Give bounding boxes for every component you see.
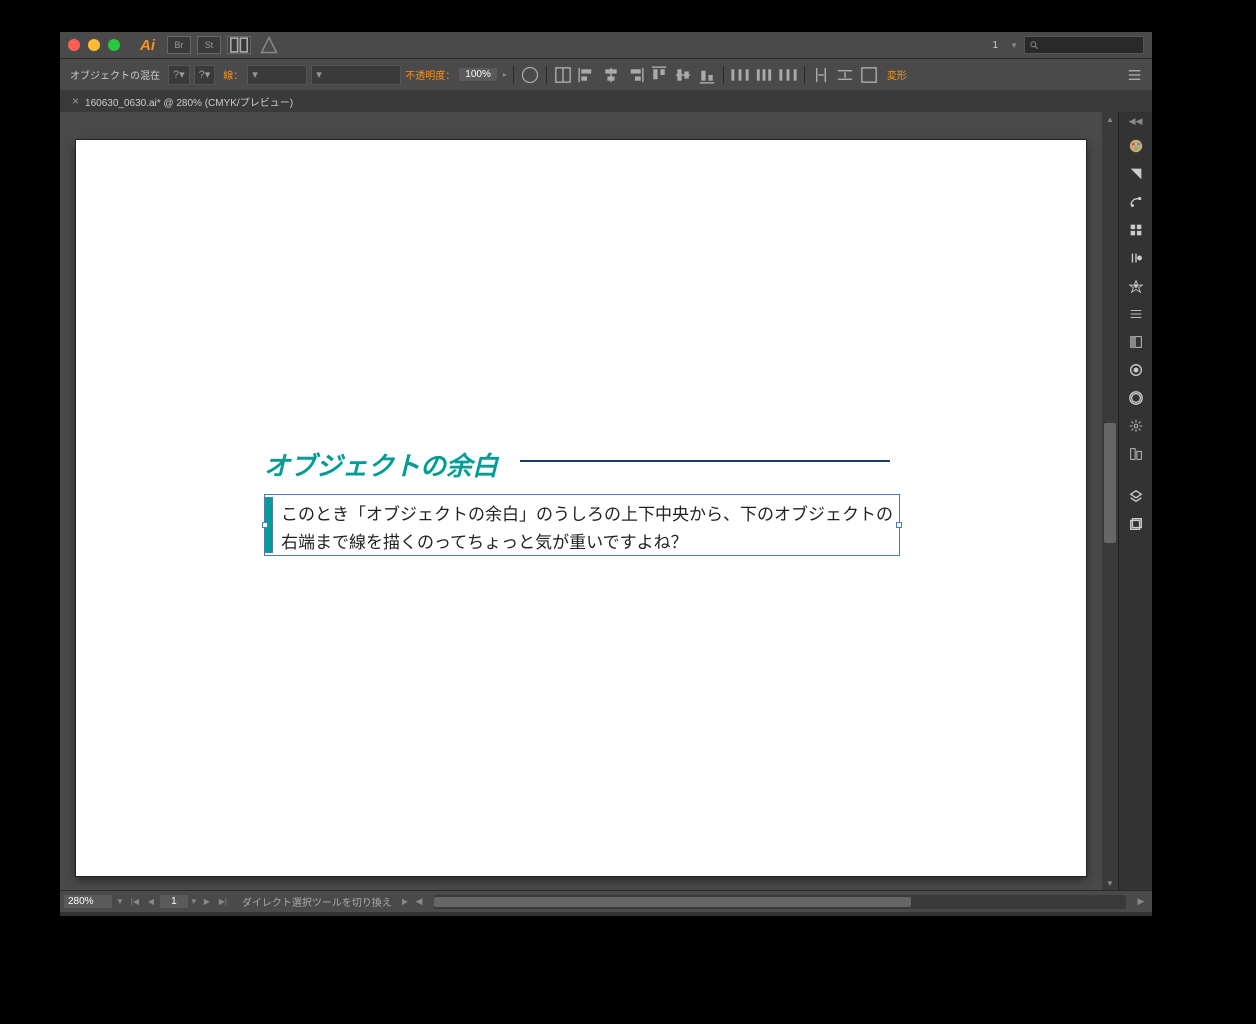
align-panel-icon[interactable] bbox=[1121, 441, 1151, 467]
stroke-dropdown[interactable]: ?▾ bbox=[194, 65, 216, 85]
stroke-label: 線： bbox=[223, 67, 243, 82]
align-top-icon[interactable] bbox=[649, 66, 669, 84]
align-to-icon[interactable] bbox=[859, 66, 879, 84]
status-bar: 280% ▼ |◀ ◀ 1 ▼ ▶ ▶| ダイレクト選択ツールを切り換え ▶ ◀… bbox=[60, 890, 1152, 912]
app-window: Ai Br St 1 ▼ オブジェクトの混在 ?▾ ?▾ 線： ▾ ▾ 不透明度… bbox=[60, 32, 1152, 916]
align-selection-icon[interactable] bbox=[553, 66, 573, 84]
color-guide-panel-icon[interactable] bbox=[1121, 273, 1151, 299]
align-hcenter-icon[interactable] bbox=[601, 66, 621, 84]
distribute-left-icon[interactable] bbox=[730, 66, 750, 84]
align-bottom-icon[interactable] bbox=[697, 66, 717, 84]
bridge-icon[interactable]: Br bbox=[167, 36, 191, 54]
stroke-weight-dropdown[interactable]: ▾ bbox=[247, 65, 307, 85]
distribute-right-icon[interactable] bbox=[778, 66, 798, 84]
heading-text: オブジェクトの余白 bbox=[264, 451, 498, 481]
opacity-value[interactable]: 100% bbox=[459, 68, 497, 81]
artboard-number-input[interactable]: 1 bbox=[160, 895, 188, 908]
tool-hint-label: ダイレクト選択ツールを切り換え bbox=[242, 894, 392, 909]
transform-label[interactable]: 変形 bbox=[887, 67, 907, 82]
hscroll-right-arrow[interactable]: ▶ bbox=[1134, 896, 1148, 907]
selection-handle[interactable] bbox=[896, 522, 902, 528]
document-tab-label: 160630_0630.ai* @ 280% (CMYK/プレビュー) bbox=[85, 94, 293, 109]
control-bar: オブジェクトの混在 ?▾ ?▾ 線： ▾ ▾ 不透明度： 100% ▸ bbox=[60, 58, 1152, 90]
vertical-scrollbar[interactable]: ▲ ▼ bbox=[1102, 112, 1118, 890]
horizontal-scrollbar[interactable] bbox=[434, 895, 1126, 909]
distribute-hspace-icon[interactable] bbox=[835, 66, 855, 84]
align-right-icon[interactable] bbox=[625, 66, 645, 84]
artboard-nav: |◀ ◀ 1 ▼ ▶ ▶| bbox=[128, 895, 230, 909]
scroll-down-arrow[interactable]: ▼ bbox=[1102, 876, 1118, 890]
graphic-styles-panel-icon[interactable] bbox=[1121, 413, 1151, 439]
workspace-label[interactable]: 1 bbox=[987, 40, 1005, 51]
stock-icon[interactable]: St bbox=[197, 36, 221, 54]
textbox-content: このとき「オブジェクトの余白」のうしろの上下中央から、下のオブジェクトの 右端ま… bbox=[281, 501, 895, 557]
textbox-object-selected[interactable]: このとき「オブジェクトの余白」のうしろの上下中央から、下のオブジェクトの 右端ま… bbox=[264, 494, 900, 556]
stroke-profile-dropdown[interactable]: ▾ bbox=[311, 65, 401, 85]
heading-rule-line bbox=[520, 460, 890, 462]
panel-menu-icon[interactable] bbox=[1126, 66, 1146, 84]
swatches-panel-icon[interactable] bbox=[1121, 161, 1151, 187]
heading-object[interactable]: オブジェクトの余白 bbox=[264, 446, 966, 483]
hscroll-thumb[interactable] bbox=[434, 897, 911, 907]
symbols-panel-icon[interactable] bbox=[1121, 217, 1151, 243]
close-button[interactable] bbox=[68, 39, 80, 51]
document-tab-bar: × 160630_0630.ai* @ 280% (CMYK/プレビュー) bbox=[60, 90, 1152, 112]
first-artboard-button[interactable]: |◀ bbox=[128, 895, 142, 909]
brushes-panel-icon[interactable] bbox=[1121, 189, 1151, 215]
color-panel-icon[interactable] bbox=[1121, 133, 1151, 159]
appearance-panel-icon[interactable] bbox=[1121, 357, 1151, 383]
close-tab-icon[interactable]: × bbox=[72, 94, 79, 108]
selection-handle[interactable] bbox=[262, 522, 268, 528]
last-artboard-button[interactable]: ▶| bbox=[216, 895, 230, 909]
window-controls bbox=[68, 39, 120, 51]
canvas-area[interactable]: オブジェクトの余白 このとき「オブジェクトの余白」のうしろの上下中央から、下のオ… bbox=[60, 112, 1102, 890]
arrange-docs-icon[interactable] bbox=[227, 36, 251, 54]
align-left-icon[interactable] bbox=[577, 66, 597, 84]
hscroll-left-arrow[interactable]: ◀ bbox=[412, 896, 426, 907]
minimize-button[interactable] bbox=[88, 39, 100, 51]
app-logo: Ai bbox=[140, 37, 155, 54]
vscroll-thumb[interactable] bbox=[1104, 423, 1116, 543]
next-artboard-button[interactable]: ▶ bbox=[200, 895, 214, 909]
gpu-icon[interactable] bbox=[257, 36, 281, 54]
workspace: オブジェクトの余白 このとき「オブジェクトの余白」のうしろの上下中央から、下のオ… bbox=[60, 112, 1152, 890]
cc-libraries-panel-icon[interactable] bbox=[1121, 385, 1151, 411]
artboard: オブジェクトの余白 このとき「オブジェクトの余白」のうしろの上下中央から、下のオ… bbox=[76, 140, 1086, 876]
zoom-input[interactable]: 280% bbox=[64, 895, 112, 908]
fill-dropdown[interactable]: ?▾ bbox=[168, 65, 190, 85]
transparency-panel-icon[interactable] bbox=[1121, 329, 1151, 355]
scroll-up-arrow[interactable]: ▲ bbox=[1102, 112, 1118, 126]
align-vcenter-icon[interactable] bbox=[673, 66, 693, 84]
stroke-panel-icon[interactable] bbox=[1121, 245, 1151, 271]
artboards-panel-icon[interactable] bbox=[1121, 511, 1151, 537]
gradient-panel-icon[interactable] bbox=[1121, 301, 1151, 327]
document-tab[interactable]: × 160630_0630.ai* @ 280% (CMYK/プレビュー) bbox=[66, 94, 299, 109]
recolor-icon[interactable] bbox=[520, 66, 540, 84]
layers-panel-icon[interactable] bbox=[1121, 483, 1151, 509]
prev-artboard-button[interactable]: ◀ bbox=[144, 895, 158, 909]
distribute-hcenter-icon[interactable] bbox=[754, 66, 774, 84]
opacity-label: 不透明度： bbox=[405, 67, 455, 82]
distribute-vspace-icon[interactable] bbox=[811, 66, 831, 84]
selection-type-label: オブジェクトの混在 bbox=[66, 67, 164, 82]
titlebar: Ai Br St 1 ▼ bbox=[60, 32, 1152, 58]
search-input[interactable] bbox=[1024, 36, 1144, 54]
panel-dock: ◀◀ bbox=[1118, 112, 1152, 890]
collapse-panels-icon[interactable]: ◀◀ bbox=[1129, 116, 1143, 127]
maximize-button[interactable] bbox=[108, 39, 120, 51]
